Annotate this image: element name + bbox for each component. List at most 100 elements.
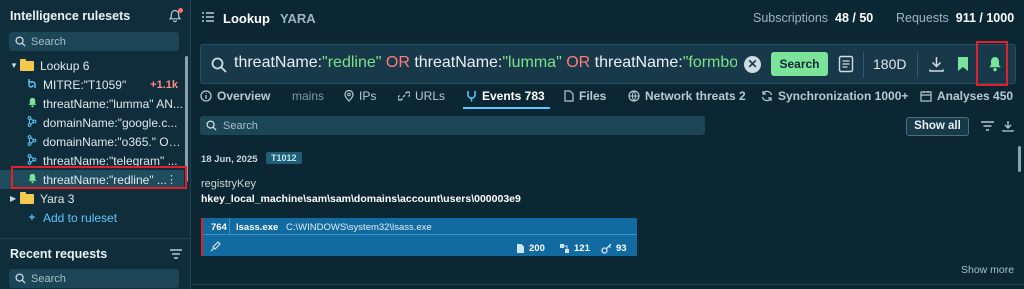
filter-icon[interactable] — [981, 121, 994, 131]
tab-analyses[interactable]: Analyses 450 — [920, 89, 1013, 103]
query-token: "redline" — [322, 54, 382, 71]
tab-events[interactable]: Events 783 — [466, 89, 545, 103]
file-icon — [564, 90, 574, 102]
recent-requests-header: Recent requests — [10, 247, 182, 261]
tab-overview[interactable]: Overview — [200, 89, 270, 103]
stat-value: 121 — [574, 243, 590, 254]
highlight-box-subscribe — [976, 41, 1008, 86]
search-icon — [211, 57, 227, 73]
download-icon[interactable] — [1002, 120, 1014, 132]
modules-icon — [560, 244, 569, 253]
tab-label: URLs — [415, 89, 446, 103]
syringe-icon — [210, 241, 221, 252]
sync-icon — [761, 90, 773, 102]
rule-label: MITRE:"T1059" — [43, 77, 127, 92]
query-token: threatName: — [414, 54, 503, 71]
sidebar: Intelligence rulesets Search ▼ Lookup 6 … — [0, 0, 191, 289]
stat-files: 200 — [516, 243, 545, 254]
tab-label: Files — [579, 89, 607, 103]
main-scrollbar[interactable] — [1018, 146, 1021, 172]
tab-yara[interactable]: YARA — [280, 11, 316, 26]
rule-label: domainName:"google.c... — [43, 115, 178, 130]
search-placeholder: Search — [31, 272, 66, 285]
rule-label: threatName:"lumma" AN... — [43, 96, 183, 111]
share-icon — [26, 134, 38, 149]
rule-item-lumma[interactable]: threatName:"lumma" AN... — [0, 94, 184, 113]
filter-icon[interactable] — [170, 249, 182, 259]
tab-synchronization[interactable]: Synchronization 1000+ — [761, 89, 908, 103]
process-path: C:\WINDOWS\system32\lsass.exe — [286, 222, 432, 233]
stat-value: 200 — [529, 243, 545, 254]
folder-yara[interactable]: ▶ Yara 3 — [0, 189, 184, 208]
show-all-button[interactable]: Show all — [906, 117, 969, 136]
plus-icon: + — [28, 211, 36, 224]
rule-item-mitre[interactable]: MITRE:"T1059" +1.1k — [0, 75, 184, 94]
bookmark-icon[interactable] — [957, 56, 969, 72]
tab-domains[interactable]: mains — [292, 89, 324, 103]
rule-item-google[interactable]: domainName:"google.c... — [0, 113, 184, 132]
folder-icon — [20, 58, 34, 71]
divider — [0, 238, 190, 239]
requests-value: 911 / 1000 — [955, 11, 1015, 25]
bell-icon — [26, 97, 38, 111]
search-placeholder: Search — [31, 35, 66, 48]
separator — [917, 52, 918, 78]
highlight-box-selected-rule — [11, 166, 187, 189]
add-to-ruleset-label: Add to ruleset — [43, 210, 118, 225]
tab-ips[interactable]: IPs — [344, 89, 376, 103]
tab-network-threats[interactable]: Network threats 2 — [628, 89, 746, 103]
rule-item-o365[interactable]: domainName:"o365." OR... — [0, 132, 184, 151]
folder-label: Yara 3 — [40, 191, 75, 206]
notifications-bell-icon[interactable] — [168, 8, 183, 23]
stat-value: 93 — [616, 243, 627, 254]
tab-lookup[interactable]: Lookup — [223, 11, 270, 26]
tab-urls[interactable]: URLs — [398, 89, 445, 103]
process-name: lsass.exe — [236, 222, 279, 233]
rule-label: domainName:"o365." OR... — [42, 134, 184, 149]
event-date: 18 Jun, 2025 — [201, 154, 258, 165]
query-token: threatName: — [594, 54, 683, 71]
search-button[interactable]: Search — [771, 52, 828, 76]
query-input[interactable]: threatName:"redline" OR threatName:"lumm… — [234, 54, 737, 72]
search-placeholder: Search — [223, 119, 258, 132]
separator — [863, 52, 864, 78]
events-search-input[interactable]: Search — [200, 116, 705, 135]
tab-label: Events 783 — [482, 89, 545, 103]
tab-files[interactable]: Files — [564, 89, 606, 103]
caret-right-icon[interactable]: ▶ — [10, 194, 20, 203]
search-icon — [206, 120, 217, 131]
query-token: OR — [561, 54, 595, 71]
show-more-link[interactable]: Show more — [961, 264, 1014, 276]
technique-badge[interactable]: T1012 — [266, 152, 302, 164]
active-tab-indicator — [463, 107, 550, 109]
registry-key-value: hkey_local_machine\sam\sam\domains\accou… — [201, 193, 521, 205]
time-range-selector[interactable]: 180D — [873, 56, 906, 72]
requests-counter: Requests 911 / 1000 — [896, 11, 1014, 25]
clear-query-icon[interactable]: ✕ — [744, 56, 761, 73]
ruleset-search-input[interactable]: Search — [9, 32, 179, 51]
download-icon[interactable] — [929, 56, 944, 72]
file-icon — [517, 244, 524, 253]
caret-down-icon[interactable]: ▼ — [10, 61, 20, 70]
folder-icon — [20, 191, 34, 204]
process-card[interactable]: 764 lsass.exe C:\WINDOWS\system32\lsass.… — [201, 218, 637, 256]
link-icon — [398, 91, 410, 101]
recent-search-input[interactable]: Search — [9, 269, 179, 288]
tab-label: IPs — [359, 89, 377, 103]
calendar-icon — [920, 91, 932, 102]
sidebar-scrollbar[interactable] — [185, 56, 188, 182]
registry-key-label: registryKey — [201, 178, 257, 190]
stat-keys: 93 — [601, 243, 627, 254]
folder-lookup[interactable]: ▼ Lookup 6 — [0, 56, 184, 75]
recent-requests-title: Recent requests — [10, 247, 108, 261]
notification-dot — [178, 8, 183, 13]
share-icon — [26, 115, 38, 130]
subscriptions-value: 48 / 50 — [835, 11, 874, 25]
search-icon — [15, 273, 26, 284]
menu-list-icon[interactable] — [202, 12, 214, 22]
document-icon[interactable] — [838, 55, 854, 73]
fork-icon — [467, 91, 476, 102]
query-token: OR — [381, 54, 415, 71]
divider — [229, 218, 230, 234]
add-to-ruleset-link[interactable]: + Add to ruleset — [0, 208, 184, 227]
